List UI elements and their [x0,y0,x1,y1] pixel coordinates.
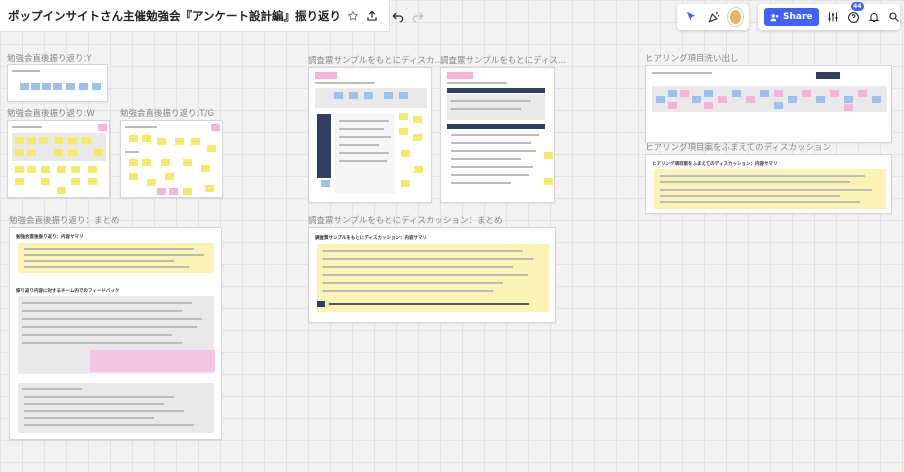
upload-icon[interactable] [365,5,379,27]
frame-discuss-2[interactable] [440,67,555,203]
redo-icon[interactable] [411,5,425,27]
frame-label-w[interactable]: 勉強会直後振り返り:W [7,107,95,119]
frame-hearing-discuss[interactable]: ヒアリング項目案をふまえてのディスカッション：内容サマリ [645,154,892,214]
help-icon[interactable]: 44 [847,2,864,28]
frame-label-y[interactable]: 勉強会直後振り返り:Y [7,52,92,64]
frame-label-hearing-discuss[interactable]: ヒアリング項目案をふまえてのディスカッション [645,141,831,153]
frame-label-discuss-2[interactable]: 調査票サンプルをもとにディス... [440,54,566,66]
frame-discuss-summary[interactable]: 調査票サンプルをもとにディスカッション：内容サマリ [308,227,556,323]
frame-label-tg[interactable]: 勉強会直後振り返り:T/G [120,107,214,119]
frame-label-hearing[interactable]: ヒアリング項目洗い出し [645,52,739,64]
bell-icon[interactable] [868,6,880,28]
notification-badge: 44 [851,2,864,11]
discuss-summary-title: 調査票サンプルをもとにディスカッション：内容サマリ [315,236,427,241]
star-icon[interactable] [347,5,359,27]
frame-review-y[interactable] [7,64,108,102]
search-icon[interactable] [888,6,900,28]
frame-label-summary[interactable]: 勉強会直後振り返り：まとめ [9,214,120,226]
cursor-icon[interactable] [683,6,700,28]
hearing-discuss-title: ヒアリング項目案をふまえてのディスカッション：内容サマリ [652,162,778,167]
board-title[interactable]: ポップインサイトさん主催勉強会『アンケート設計編』振り返り [8,8,341,24]
main-toolbar: Share 44 [758,2,900,30]
frame-review-w[interactable] [7,120,110,198]
sliders-icon[interactable] [827,6,839,28]
party-icon[interactable] [706,6,723,28]
share-label: Share [783,12,813,22]
collab-toolbar [677,4,749,30]
frame-discuss-1[interactable] [308,67,432,203]
frame-review-summary[interactable]: 勉強会直後振り返り：内容サマリ 振り返り内容に対するチーム内でのフィードバック [9,227,222,440]
undo-icon[interactable] [391,5,405,27]
people-icon [770,13,779,21]
summary-title: 勉強会直後振り返り：内容サマリ [16,235,84,240]
frame-label-discuss-summary[interactable]: 調査票サンプルをもとにディスカッション：まとめ [308,214,502,226]
frame-hearing-items[interactable] [645,65,892,143]
frame-label-discuss-1[interactable]: 調査票サンプルをもとにディスカ... [308,54,443,66]
frame-review-tg[interactable] [120,120,223,198]
avatar[interactable] [728,8,743,26]
share-button[interactable]: Share [764,8,819,26]
board-header: ポップインサイトさん主催勉強会『アンケート設計編』振り返り [0,0,424,32]
feedback-title: 振り返り内容に対するチーム内でのフィードバック [16,289,120,294]
